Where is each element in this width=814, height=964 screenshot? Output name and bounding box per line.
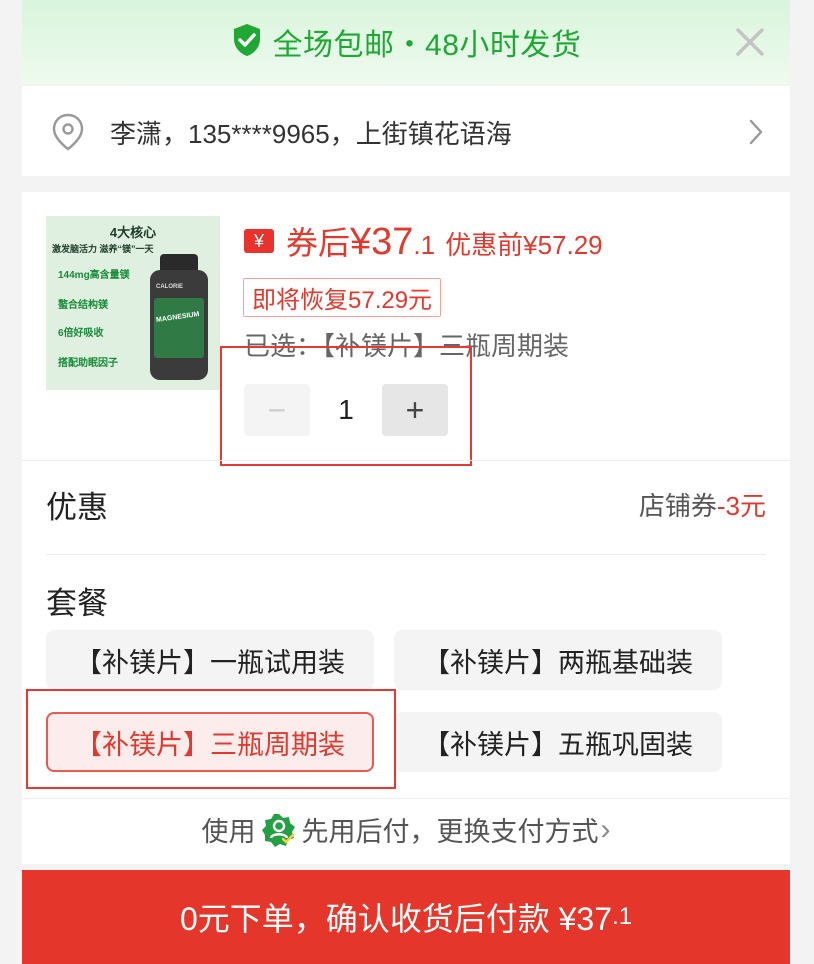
- discount-amount: -3元: [716, 491, 766, 521]
- product-image: 4大核心 激发脑活力 滋养“镁”一天 144mg高含量镁 螯合结构镁 6倍好吸收…: [46, 216, 220, 390]
- divider: [22, 460, 790, 461]
- divider: [22, 798, 790, 799]
- package-option-4[interactable]: 【补镁片】五瓶巩固装: [394, 712, 722, 772]
- price-row: ¥ 券后 ¥37 .1 优惠前¥57.29: [244, 218, 603, 264]
- chevron-right-icon: [748, 118, 764, 151]
- discount-value: 店铺券-3元: [639, 486, 766, 523]
- package-title: 套餐: [46, 586, 108, 621]
- bottle-graphic: CALORIE MAGNESIUM: [150, 254, 208, 380]
- pay-later-prefix: 使用: [201, 817, 256, 847]
- shield-check-icon: [231, 23, 263, 62]
- after-coupon-price: ¥37: [350, 221, 414, 263]
- product-card: 4大核心 激发脑活力 滋养“镁”一天 144mg高含量镁 螯合结构镁 6倍好吸收…: [22, 192, 790, 864]
- after-coupon-label: 券后: [286, 225, 351, 261]
- before-discount-price: 优惠前¥57.29: [445, 230, 603, 260]
- free-shipping-banner: 全场包邮・48小时发货: [22, 0, 790, 84]
- image-feature-2: 螯合结构镁: [58, 300, 108, 311]
- bottle-brand: CALORIE: [156, 284, 183, 290]
- after-coupon-price-decimal: .1: [413, 230, 436, 260]
- location-pin-icon: [50, 112, 86, 157]
- restore-price-tag: 即将恢复57.29元: [243, 278, 442, 317]
- image-feature-4: 搭配助眠因子: [58, 358, 118, 369]
- package-option-2[interactable]: 【补镁片】两瓶基础装: [394, 630, 722, 690]
- pay-later-text: 先用后付，更换支付方式: [301, 817, 599, 847]
- package-option-1[interactable]: 【补镁片】一瓶试用装: [46, 630, 374, 690]
- image-title: 4大核心: [109, 225, 157, 240]
- address-text: 李潇，135****9965，上街镇花语海: [110, 119, 512, 149]
- place-order-button[interactable]: 0元下单，确认收货后付款 ¥37.1: [22, 870, 790, 964]
- pay-later-row[interactable]: 使用 先用后付，更换支付方式 ›: [22, 810, 790, 849]
- image-feature-1: 144mg高含量镁: [58, 270, 130, 281]
- close-icon[interactable]: [730, 22, 770, 62]
- banner-text: 全场包邮・48小时发货: [272, 29, 582, 62]
- discount-label: 优惠: [46, 490, 108, 525]
- chevron-right-icon: ›: [600, 812, 611, 846]
- place-order-price-decimal: .1: [612, 903, 633, 930]
- pay-later-badge-icon: [261, 813, 296, 847]
- place-order-label: 0元下单，确认收货后付款 ¥37: [179, 901, 613, 937]
- highlight-box-package: [26, 689, 396, 789]
- discount-type: 店铺券: [638, 491, 717, 521]
- highlight-box-stepper: [220, 346, 472, 466]
- image-feature-3: 6倍好吸收: [58, 328, 104, 339]
- discount-row[interactable]: 优惠 店铺券-3元: [46, 482, 766, 552]
- address-row[interactable]: 李潇，135****9965，上街镇花语海: [22, 86, 790, 176]
- coupon-icon: ¥: [244, 229, 274, 253]
- divider: [46, 554, 766, 555]
